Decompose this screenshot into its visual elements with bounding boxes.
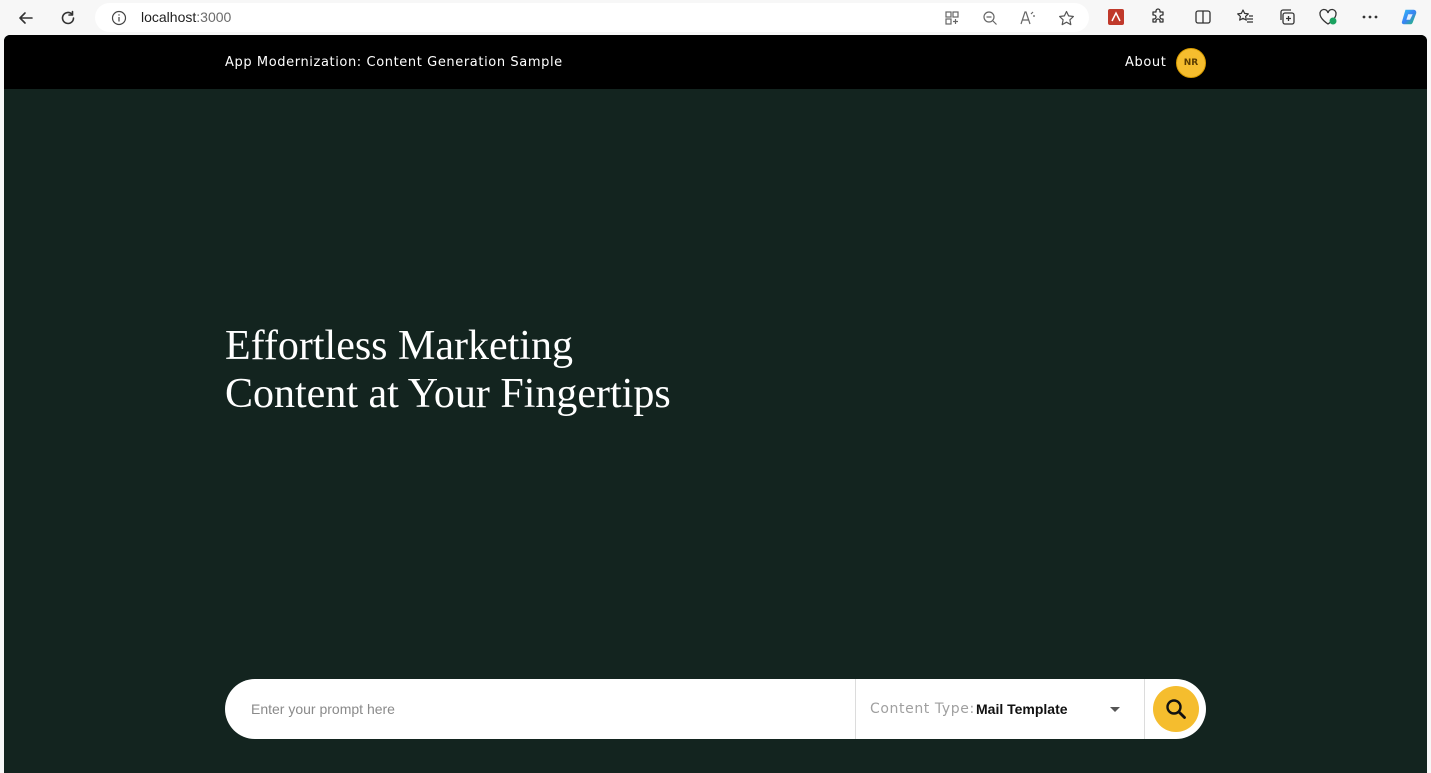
- divider: [1144, 679, 1145, 739]
- hero-title: Effortless Marketing Content at Your Fin…: [225, 322, 925, 418]
- split-screen-icon[interactable]: [1193, 7, 1213, 27]
- browser-toolbar: localhost:3000: [0, 0, 1431, 35]
- about-link[interactable]: About: [1125, 55, 1166, 70]
- hero-title-line-2: Content at Your Fingertips: [225, 371, 671, 417]
- info-icon[interactable]: [111, 10, 127, 26]
- address-bar[interactable]: localhost:3000: [95, 3, 1089, 32]
- extension-red-icon[interactable]: [1106, 7, 1126, 27]
- content-type-value[interactable]: Mail Template: [976, 701, 1068, 717]
- favorites-icon[interactable]: [1235, 7, 1255, 27]
- url-text[interactable]: localhost:3000: [141, 9, 231, 25]
- prompt-bar: Content Type: Mail Template: [225, 679, 1206, 739]
- favorite-star-icon[interactable]: [1057, 9, 1075, 27]
- app-header: App Modernization: Content Generation Sa…: [4, 35, 1427, 89]
- copilot-icon[interactable]: [1400, 7, 1420, 27]
- more-icon[interactable]: [1360, 7, 1380, 27]
- apps-icon[interactable]: [943, 9, 961, 27]
- read-aloud-icon[interactable]: [1019, 9, 1037, 27]
- browser-essentials-icon[interactable]: [1318, 7, 1338, 27]
- refresh-icon[interactable]: [55, 5, 81, 31]
- prompt-input[interactable]: [251, 697, 841, 721]
- url-host: localhost: [141, 9, 197, 25]
- avatar[interactable]: NR: [1176, 48, 1206, 78]
- url-port: :3000: [196, 9, 232, 25]
- zoom-out-icon[interactable]: [981, 9, 999, 27]
- collections-icon[interactable]: [1277, 7, 1297, 27]
- search-button[interactable]: [1153, 686, 1199, 732]
- app-title[interactable]: App Modernization: Content Generation Sa…: [225, 55, 563, 70]
- search-icon: [1166, 699, 1186, 719]
- app-viewport: App Modernization: Content Generation Sa…: [4, 35, 1427, 773]
- hero-title-line-1: Effortless Marketing: [225, 323, 573, 369]
- content-type-label: Content Type:: [870, 701, 975, 717]
- extensions-icon[interactable]: [1148, 7, 1168, 27]
- back-icon[interactable]: [13, 5, 39, 31]
- chevron-down-icon[interactable]: [1110, 707, 1120, 712]
